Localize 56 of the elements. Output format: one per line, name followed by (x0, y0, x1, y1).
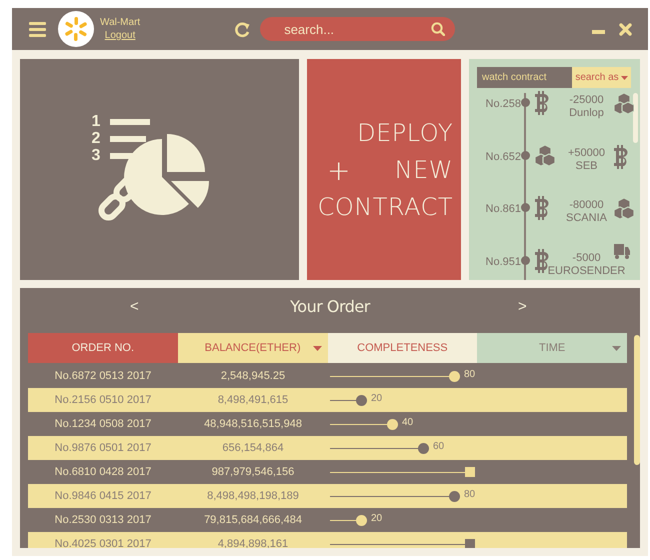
order-number: No.4025 0301 2017 (54, 536, 152, 548)
company-name: SCANIA (566, 212, 607, 225)
amount: +50000 (568, 146, 605, 160)
balance-value: 2,548,945.25 (220, 368, 286, 384)
order-number: No.1234 0508 2017 (54, 416, 152, 432)
percent-label: 20 (371, 392, 382, 406)
logout-link[interactable]: Logout (104, 29, 136, 42)
search-as-dropdown[interactable]: search as (572, 67, 631, 88)
order-number: No.9846 0415 2017 (54, 488, 152, 504)
contract-number: No.951 (486, 254, 521, 270)
progress-slider[interactable]: 40 (330, 418, 485, 430)
column-header[interactable]: ORDER NO. (28, 333, 178, 363)
contract-number: No.652 (486, 150, 521, 164)
column-header[interactable]: TIME (477, 333, 627, 363)
column-header[interactable]: BALANCE(ETHER) (178, 333, 328, 363)
orders-title: Your Order (290, 296, 370, 318)
contract-number: No.861 (486, 202, 521, 217)
company-name: SEB (575, 160, 598, 172)
balance-value: 48,948,516,515,948 (203, 416, 303, 432)
list-number: 2 (92, 130, 100, 146)
search-field[interactable]: search... (260, 17, 456, 41)
list-number: 3 (92, 146, 100, 164)
progress-slider[interactable]: 20 (330, 514, 485, 526)
watch-contract-field[interactable]: watch contract (477, 67, 572, 88)
amount: -80000 (569, 199, 604, 212)
balance-value: 8,498,491,615 (216, 392, 290, 408)
list-number: 1 (92, 112, 100, 130)
company-name: Dunlop (569, 107, 604, 120)
progress-slider[interactable]: 80 (330, 370, 485, 382)
contract-number: No.258 (486, 97, 521, 112)
company-name: EUROSENDER (548, 264, 626, 278)
balance-value: 987,979,546,156 (210, 464, 296, 480)
deploy-contract-button[interactable]: + DEPLOY NEW CONTRACT (307, 59, 461, 280)
amount: -5000 (572, 252, 601, 264)
balance-value: 8,498,498,198,189 (206, 488, 300, 504)
percent-label: 80 (464, 488, 476, 502)
amount: -25000 (569, 94, 604, 107)
percent-label: 80 (464, 368, 476, 382)
percent-label: 20 (371, 512, 382, 526)
progress-slider[interactable]: 80 (330, 490, 485, 502)
store-name: Wal-Mart (100, 16, 140, 29)
next-button[interactable]: > (518, 296, 527, 318)
balance-value: 4,894,898,161 (216, 536, 290, 548)
order-number: No.2156 0510 2017 (54, 392, 152, 408)
order-number: No.9876 0501 2017 (54, 440, 152, 456)
percent-label: 60 (433, 440, 444, 454)
progress-slider[interactable]: 60 (330, 442, 485, 454)
order-number: No.6872 0513 2017 (54, 368, 152, 384)
column-header[interactable]: COMPLETENESS (328, 333, 478, 363)
previous-button[interactable]: < (130, 296, 139, 318)
percent-label: 40 (402, 416, 414, 430)
progress-slider[interactable]: 20 (330, 394, 485, 406)
order-number: No.6810 0428 2017 (54, 464, 152, 480)
balance-value: 656,154,864 (221, 440, 285, 456)
balance-value: 79,815,684,666,484 (203, 512, 303, 528)
order-number: No.2530 0313 2017 (54, 512, 152, 528)
